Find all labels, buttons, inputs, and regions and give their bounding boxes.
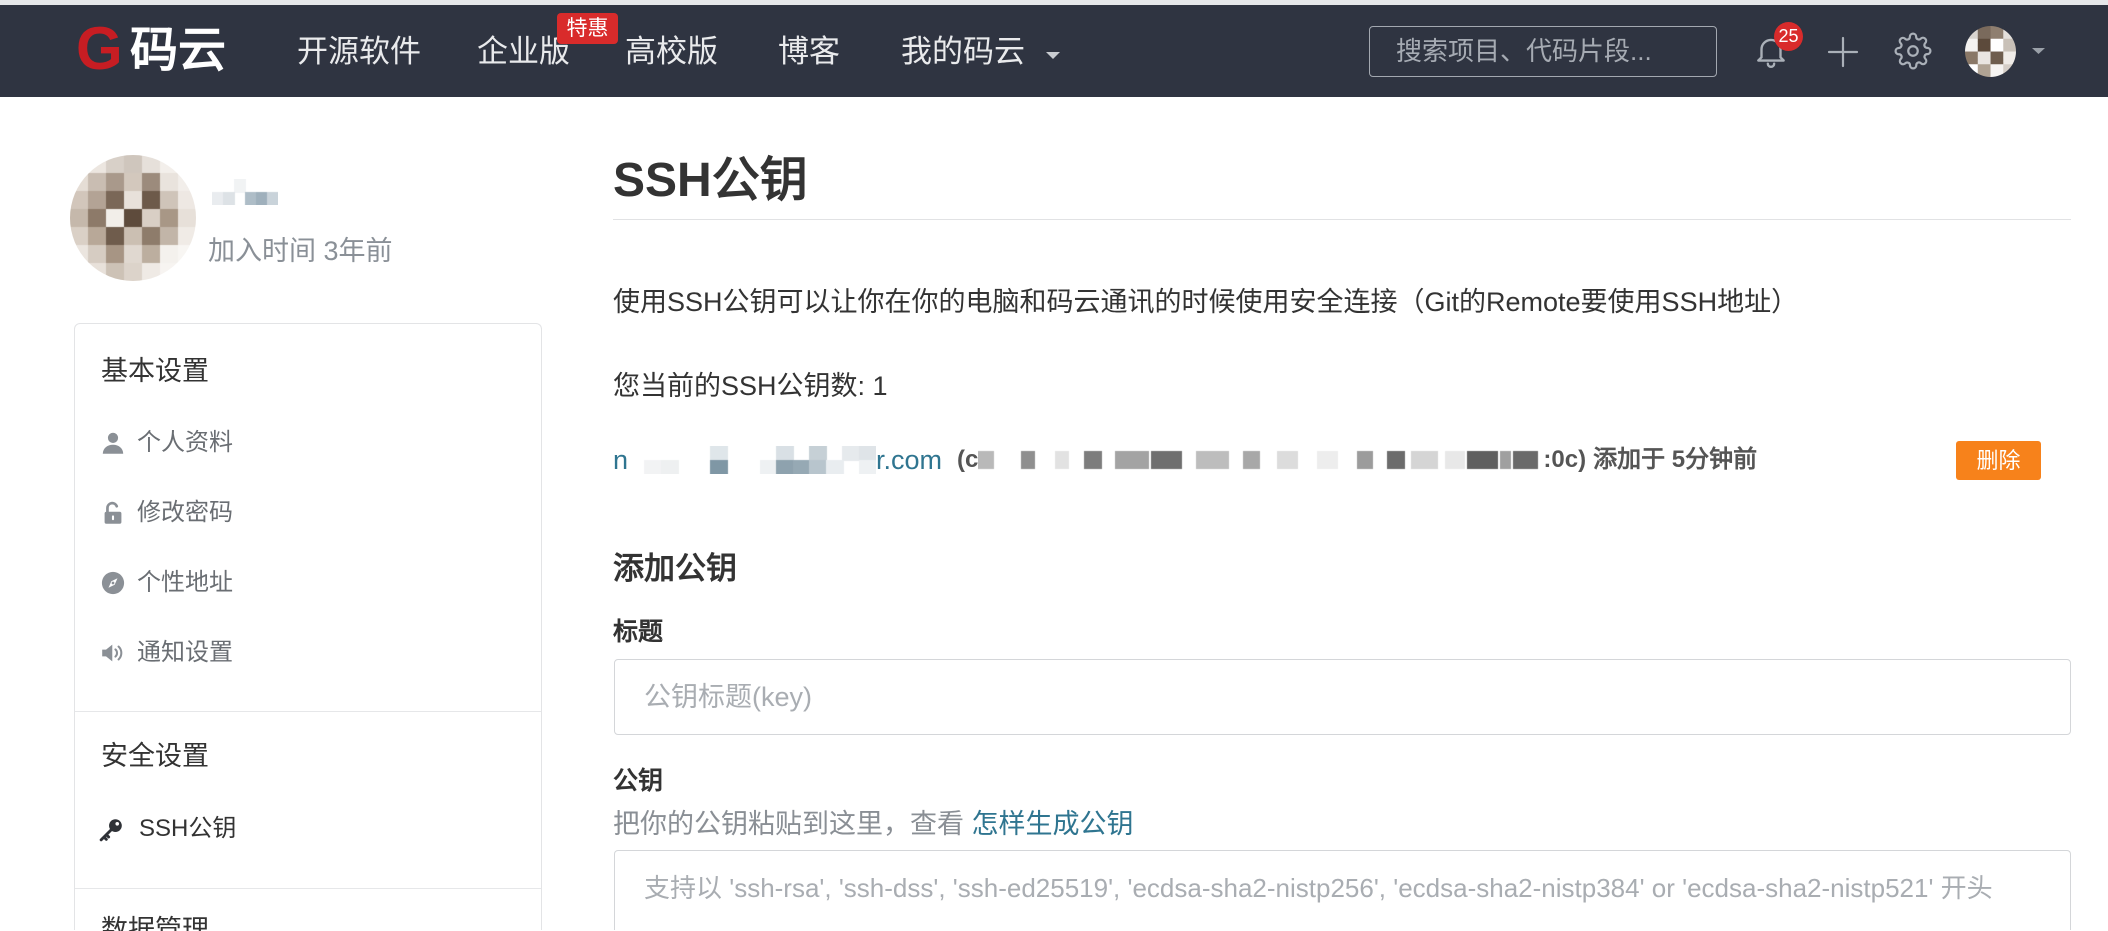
public-key-label: 公钥	[613, 767, 664, 795]
logo-mark: G	[76, 15, 123, 82]
sidebar-item-label: SSH公钥	[139, 815, 237, 842]
key-fingerprint-redacted	[978, 448, 1544, 472]
top-navbar: G 码云 开源软件 企业版 特惠 高校版 博客 我的码云 25	[0, 5, 2108, 97]
key-icon	[98, 817, 122, 842]
sidebar-item-custom-url[interactable]: 个性地址	[75, 558, 541, 608]
username-redacted	[212, 179, 278, 205]
key-email-end: r.com	[876, 445, 943, 475]
chevron-down-icon[interactable]	[2031, 47, 2046, 55]
sidebar-item-profile[interactable]: 个人资料	[75, 418, 541, 468]
sidebar-item-label: 个性地址	[137, 569, 233, 596]
nav-blog[interactable]: 博客	[778, 32, 840, 72]
logo-text: 码云	[130, 24, 227, 77]
gear-icon	[1894, 32, 1932, 70]
how-to-generate-key-link[interactable]: 怎样生成公钥	[972, 809, 1134, 839]
bullhorn-icon	[101, 641, 125, 665]
settings-sidebar: 基本设置 个人资料 修改密码 个性地址 通知设置 安全设置 SSH公钥 数据管理	[74, 323, 542, 931]
nav-my-gitee-dropdown[interactable]: 我的码云	[901, 32, 1071, 72]
sidebar-item-notifications[interactable]: 通知设置	[75, 628, 541, 678]
public-key-textarea[interactable]	[614, 850, 2071, 930]
page-title: SSH公钥	[613, 154, 808, 207]
key-fingerprint-end: :0c)	[1543, 446, 1587, 473]
user-avatar[interactable]	[1965, 26, 2016, 77]
create-new-button[interactable]	[1826, 35, 1860, 69]
settings-button[interactable]	[1894, 32, 1932, 70]
profile-avatar[interactable]	[70, 155, 196, 281]
key-title-label: 标题	[613, 618, 664, 646]
nav-my-gitee-label: 我的码云	[901, 34, 1025, 69]
sidebar-item-ssh-keys[interactable]: SSH公钥	[75, 804, 541, 854]
nav-education[interactable]: 高校版	[625, 32, 718, 72]
add-key-heading: 添加公钥	[613, 551, 737, 586]
enterprise-promo-badge: 特惠	[557, 13, 618, 44]
chevron-down-icon	[1046, 52, 1060, 59]
notification-count-badge: 25	[1774, 22, 1803, 51]
compass-icon	[101, 571, 125, 595]
key-added-time: 添加于 5分钟前	[1593, 446, 1758, 473]
public-key-help-text: 把你的公钥粘贴到这里，查看	[613, 809, 964, 839]
plus-icon	[1827, 36, 1859, 68]
ssh-description: 使用SSH公钥可以让你在你的电脑和码云通讯的时候使用安全连接（Git的Remot…	[613, 287, 1799, 317]
sidebar-item-label: 修改密码	[137, 499, 233, 526]
sidebar-item-label: 个人资料	[137, 429, 233, 456]
nav-open-source[interactable]: 开源软件	[297, 32, 421, 72]
key-title-input[interactable]	[614, 659, 2071, 735]
key-email-start: n	[613, 445, 629, 475]
ssh-key-count: 您当前的SSH公钥数: 1	[613, 371, 888, 401]
site-logo[interactable]: G 码云	[76, 19, 242, 83]
key-email-redacted	[628, 446, 877, 474]
delete-key-button[interactable]: 删除	[1956, 441, 2041, 480]
joined-time: 加入时间 3年前	[208, 236, 393, 266]
ssh-key-item: n r.com (c :0c) 添加于 5分钟前	[613, 442, 1757, 478]
sidebar-divider	[75, 711, 541, 712]
search-input[interactable]	[1369, 26, 1717, 77]
title-divider	[613, 219, 2071, 220]
unlock-icon	[101, 501, 125, 525]
section-title-basic: 基本设置	[101, 356, 209, 386]
user-icon	[101, 431, 125, 455]
sidebar-item-password[interactable]: 修改密码	[75, 488, 541, 538]
key-fingerprint-start: (c	[957, 446, 979, 473]
public-key-help: 把你的公钥粘贴到这里，查看 怎样生成公钥	[613, 806, 1134, 842]
section-title-security: 安全设置	[101, 741, 209, 771]
section-title-data: 数据管理	[101, 915, 209, 931]
sidebar-divider	[75, 888, 541, 889]
sidebar-item-label: 通知设置	[137, 639, 233, 666]
